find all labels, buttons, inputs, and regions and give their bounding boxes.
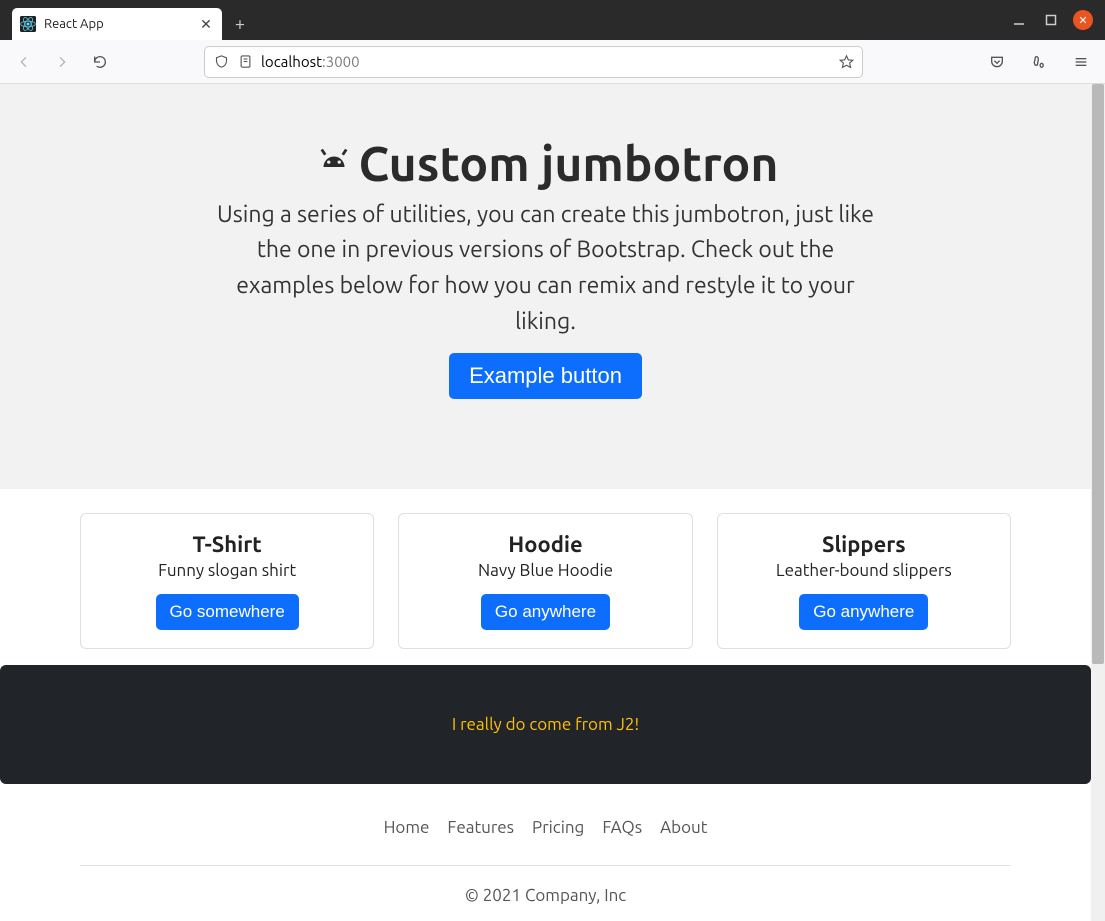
bookmark-star-icon[interactable] <box>838 54 854 70</box>
jumbotron-lead: Using a series of utilities, you can cre… <box>206 197 886 340</box>
window-minimize-icon[interactable] <box>1005 6 1033 34</box>
nav-back-icon[interactable] <box>10 48 38 76</box>
app-menu-icon[interactable] <box>1067 48 1095 76</box>
browser-toolbar: localhost:3000 <box>0 40 1105 84</box>
footer-link-faqs[interactable]: FAQs <box>602 818 642 837</box>
dark-banner: I really do come from J2! <box>0 665 1091 784</box>
react-favicon-icon <box>20 16 36 32</box>
card-hoodie: Hoodie Navy Blue Hoodie Go anywhere <box>398 513 692 649</box>
tab-close-icon[interactable]: ✕ <box>198 16 214 32</box>
jumbotron-title: Custom jumbotron <box>0 138 1091 191</box>
jumbotron-title-text: Custom jumbotron <box>359 138 779 191</box>
card-title: Slippers <box>728 532 1000 557</box>
page-info-icon[interactable] <box>237 54 253 70</box>
card-button[interactable]: Go anywhere <box>799 594 928 630</box>
card-slippers: Slippers Leather-bound slippers Go anywh… <box>717 513 1011 649</box>
jumbotron: Custom jumbotron Using a series of utili… <box>0 84 1091 489</box>
footer: Home Features Pricing FAQs About © 2021 … <box>0 784 1091 921</box>
window-maximize-icon[interactable] <box>1037 6 1065 34</box>
browser-titlebar: React App ✕ + ✕ <box>0 0 1105 40</box>
shield-icon[interactable] <box>213 54 229 70</box>
window-close-button[interactable]: ✕ <box>1069 6 1097 34</box>
nav-forward-icon[interactable] <box>48 48 76 76</box>
footer-copyright: © 2021 Company, Inc <box>0 866 1091 921</box>
example-button[interactable]: Example button <box>449 353 642 399</box>
footer-link-pricing[interactable]: Pricing <box>532 818 584 837</box>
vertical-scrollbar[interactable] <box>1091 84 1105 921</box>
footprint-icon[interactable] <box>1025 48 1053 76</box>
card-title: T-Shirt <box>91 532 363 557</box>
tab-title: React App <box>44 17 190 31</box>
page-viewport: Custom jumbotron Using a series of utili… <box>0 84 1091 921</box>
card-desc: Leather-bound slippers <box>728 561 1000 580</box>
close-icon: ✕ <box>1073 10 1093 30</box>
card-title: Hoodie <box>409 532 681 557</box>
footer-links: Home Features Pricing FAQs About <box>80 818 1011 866</box>
banner-text: I really do come from J2! <box>452 715 639 734</box>
footer-link-home[interactable]: Home <box>384 818 430 837</box>
footer-link-features[interactable]: Features <box>447 818 514 837</box>
card-desc: Funny slogan shirt <box>91 561 363 580</box>
card-button[interactable]: Go somewhere <box>156 594 299 630</box>
pocket-icon[interactable] <box>983 48 1011 76</box>
url-text: localhost:3000 <box>261 53 830 70</box>
browser-tab[interactable]: React App ✕ <box>12 8 222 40</box>
cards-row: T-Shirt Funny slogan shirt Go somewhere … <box>0 489 1091 649</box>
address-bar[interactable]: localhost:3000 <box>204 46 863 78</box>
new-tab-button[interactable]: + <box>226 10 254 38</box>
card-desc: Navy Blue Hoodie <box>409 561 681 580</box>
footer-link-about[interactable]: About <box>660 818 707 837</box>
scrollbar-thumb[interactable] <box>1092 84 1104 664</box>
card-button[interactable]: Go anywhere <box>481 594 610 630</box>
card-tshirt: T-Shirt Funny slogan shirt Go somewhere <box>80 513 374 649</box>
android-icon <box>313 138 355 191</box>
nav-reload-icon[interactable] <box>86 48 114 76</box>
